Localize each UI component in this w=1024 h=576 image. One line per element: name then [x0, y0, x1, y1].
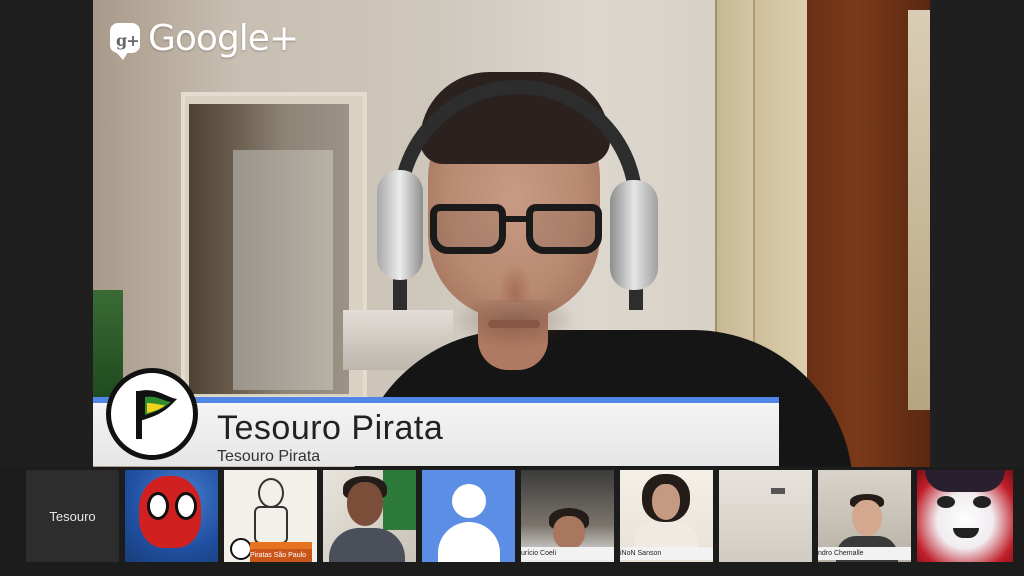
brand-name: Google+ [148, 17, 299, 59]
glasses [430, 204, 602, 262]
hangouts-icon: g+ [110, 23, 140, 60]
participant-thumb-mask[interactable] [917, 470, 1013, 562]
participant-thumb-6[interactable]: iNoN Sanson [620, 470, 713, 562]
pirate-party-logo [106, 368, 198, 460]
default-avatar-icon [452, 484, 486, 518]
participant-name: Piratas São Paulo [250, 549, 312, 562]
participant-thumb-7[interactable] [719, 470, 812, 562]
participant-thumb-default-avatar[interactable] [422, 470, 515, 562]
participant-thumb-piratas-sp[interactable]: Piratas São Paulo [224, 470, 317, 562]
speaker-title: Tesouro Pirata [217, 409, 444, 447]
participant-name: Tesouro [49, 508, 96, 524]
participant-thumb-8[interactable]: ndro Chemalle [818, 470, 911, 562]
participant-name: iNoN Sanson [620, 547, 713, 560]
speaker-subtitle: Tesouro Pirata [217, 448, 321, 465]
participant-name: urício Coeli [521, 547, 614, 560]
participant-filmstrip: Tesouro Piratas São Paulo urício Coeli i… [0, 467, 1024, 576]
participant-name: ndro Chemalle [818, 547, 911, 560]
google-plus-logo: g+ Google+ [110, 15, 299, 61]
participant-thumb-self[interactable]: Tesouro [26, 470, 119, 562]
participant-thumb-5[interactable]: urício Coeli [521, 470, 614, 562]
participant-thumb-3[interactable] [323, 470, 416, 562]
participant-thumb-spiderman[interactable] [125, 470, 218, 562]
